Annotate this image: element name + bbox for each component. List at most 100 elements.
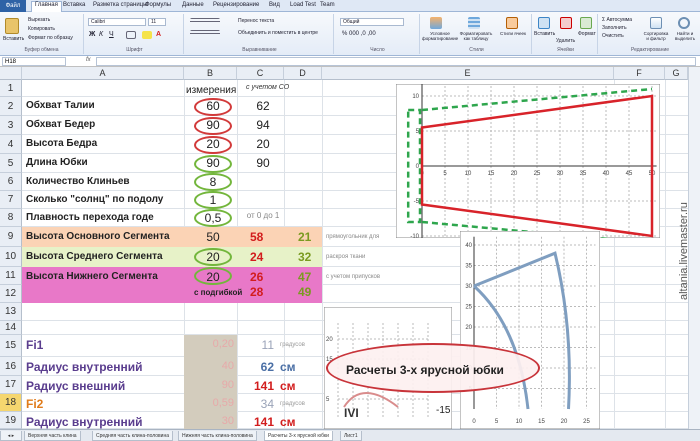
row-header-15[interactable]: 15 [0,335,22,357]
col-header-b[interactable]: B [184,67,237,80]
row-header-4[interactable]: 4 [0,135,22,154]
sort-filter-icon[interactable] [650,17,662,29]
row-header-14[interactable]: 14 [0,321,22,335]
sheet-tab-3[interactable]: Расчеты 3-х ярусной юбки [264,431,333,441]
sheet-tab-0[interactable]: Верхняя часть клина [24,431,81,441]
number-format-buttons[interactable]: % 000 ,0 ,00 [342,31,376,37]
tab-view[interactable]: Вид [269,2,280,8]
row-header-1[interactable]: 1 [0,80,22,97]
insert-cells-icon[interactable] [538,17,550,29]
wrap-text-button[interactable]: Перенос текста [238,18,274,24]
row-header-16[interactable]: 16 [0,357,22,376]
format-painter-button[interactable]: Формат по образцу [28,35,73,41]
segment-height[interactable]: 50 [194,231,232,243]
col-header-a[interactable]: A [22,67,184,80]
align-icon[interactable] [190,18,220,24]
row-header-13[interactable]: 13 [0,303,22,321]
cell-styles-button[interactable]: Стили ячеек [496,31,530,36]
autosum-button[interactable]: Σ Автосумма [602,17,632,23]
bold-button[interactable]: Ж [89,31,95,38]
row-header-8[interactable]: 8 [0,209,22,227]
format-cells-icon[interactable] [580,17,592,29]
col-header-c[interactable]: C [237,67,284,80]
name-box[interactable]: H18 [2,57,66,66]
col-header-g[interactable]: G [665,67,688,80]
row12-d: 49 [298,285,312,299]
font-size-select[interactable]: 11 [148,18,166,26]
italic-button[interactable]: К [99,31,103,38]
tab-insert[interactable]: Вставка [63,2,85,8]
conditional-format-icon[interactable] [430,17,442,29]
segment-height[interactable]: 20 [194,251,232,263]
cell-styles-icon[interactable] [506,17,518,29]
tab-team[interactable]: Team [320,2,335,8]
find-select-button[interactable]: Найти и выделить [670,31,700,41]
borders-icon[interactable] [126,31,136,39]
chart2-x-tick: 25 [583,419,590,425]
wedge-chart[interactable]: 051015202530354045501050-5-10 [396,84,660,238]
row-header-17[interactable]: 17 [0,376,22,394]
row-header-11[interactable]: 11 [0,267,22,285]
paste-icon[interactable] [5,18,19,34]
col-header-d[interactable]: D [284,67,322,80]
cut-button[interactable]: Вырезать [28,17,50,23]
segment-label: Высота Нижнего Сегмента [26,271,158,282]
paste-button[interactable]: Вставить [3,36,24,42]
row-header-5[interactable]: 5 [0,154,22,173]
col-header-e[interactable]: E [322,67,614,80]
row-header-9[interactable]: 9 [0,227,22,247]
formula-input[interactable] [96,57,696,66]
tab-review[interactable]: Рецензирование [213,2,259,8]
format-as-table-icon[interactable] [468,17,480,29]
chart2-frame [460,231,600,429]
merge-center-button[interactable]: Объединить и поместить в центре [238,30,318,36]
sheet-tab-2[interactable]: Нижняя часть клина-половина [178,431,257,441]
select-all-corner[interactable] [0,67,22,80]
fill-color-icon[interactable] [142,31,152,39]
indent-icon[interactable] [190,30,220,36]
row-header-2[interactable]: 2 [0,97,22,116]
row-header-3[interactable]: 3 [0,116,22,135]
sheet-tab-1[interactable]: Средняя часть клина-половина [92,431,174,441]
clear-button[interactable]: Очистить [602,33,624,39]
col-header-f[interactable]: F [614,67,665,80]
row-header-19[interactable]: 19 [0,412,22,429]
format-as-table-button[interactable]: Форматировать как таблицу [458,31,494,41]
number-format-select[interactable]: Общий [340,18,404,26]
fill-button[interactable]: Заполнить [602,25,627,31]
segment-chart[interactable]: 4035302520151050510152025 [460,231,600,429]
editing-group-label: Редактирование [630,47,670,53]
tab-load-test[interactable]: Load Test [290,2,316,8]
tab-formulas[interactable]: Формулы [145,2,171,8]
tab-page-layout[interactable]: Разметка страницы [93,2,147,8]
calc-unit: см [280,415,296,429]
insert-cells-button[interactable]: Вставить [534,31,555,37]
row-header-6[interactable]: 6 [0,173,22,191]
sheet-tab-4[interactable]: Лист1 [340,431,362,441]
segment-height[interactable]: 20 [194,271,232,283]
row-header-10[interactable]: 10 [0,247,22,267]
chart1-y-tick: 10 [412,94,419,100]
tab-data[interactable]: Данные [182,2,204,8]
copy-button[interactable]: Копировать [28,26,55,32]
format-cells-button[interactable]: Формат [578,31,596,37]
delete-cells-button[interactable]: Удалить [556,38,575,44]
param-label: Плавность перехода годе [26,212,154,223]
tab-file[interactable]: Файл [0,0,26,12]
delete-cells-icon[interactable] [560,17,572,29]
tab-home[interactable]: Главная [31,1,62,12]
segment-note: с учетом припусков [326,274,381,280]
sheet-nav-arrows[interactable]: ◂ ▸ [0,431,22,441]
underline-button[interactable]: Ч [109,31,114,38]
header-measurements: измерения [186,85,237,96]
clipboard-group: Вставить Вырезать Копировать Формат по о… [0,14,84,54]
row-header-18[interactable]: 18 [0,394,22,412]
font-name-select[interactable]: Calibri [88,18,146,26]
sort-filter-button[interactable]: Сортировка и фильтр [642,31,670,41]
conditional-format-button[interactable]: Условное форматирование [422,31,458,41]
font-color-icon[interactable]: A [156,31,161,38]
find-select-icon[interactable] [678,17,690,29]
row-header-7[interactable]: 7 [0,191,22,209]
fx-icon[interactable]: fx [86,57,91,63]
row-header-12[interactable]: 12 [0,285,22,303]
